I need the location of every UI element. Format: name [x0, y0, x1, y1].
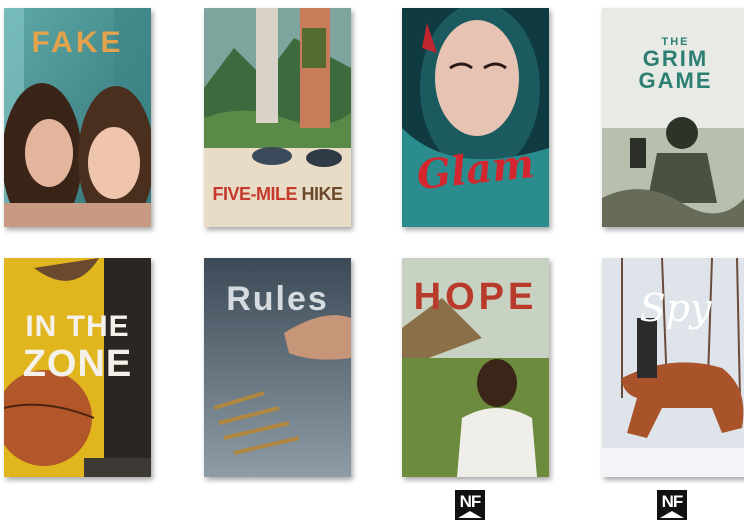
- book-cover-glam[interactable]: Glam: [402, 8, 549, 227]
- cover-art-five-mile-hike: [204, 8, 351, 227]
- book-cover-fake[interactable]: FAKE: [4, 8, 151, 227]
- book-cover-rules[interactable]: Rules: [204, 258, 351, 477]
- book-cover-spy[interactable]: Spy: [602, 258, 744, 477]
- nonfiction-badge-icon: NF: [455, 490, 485, 520]
- nonfiction-badge-icon: NF: [657, 490, 687, 520]
- book-cover-five-mile-hike[interactable]: FIVE-MILE HIKE: [204, 8, 351, 227]
- cover-art-glam: [402, 8, 549, 227]
- cover-art-spy: [602, 258, 744, 477]
- cover-art-rules: [204, 258, 351, 477]
- cover-art-the-grim-game: [602, 8, 744, 227]
- book-cover-in-the-zone[interactable]: IN THE ZONE: [4, 258, 151, 477]
- cover-art-in-the-zone: [4, 258, 151, 477]
- cover-art-hope: [402, 258, 549, 477]
- book-cover-the-grim-game[interactable]: THE GRIM GAME: [602, 8, 744, 227]
- cover-art-fake: [4, 8, 151, 227]
- book-cover-hope[interactable]: HOPE: [402, 258, 549, 477]
